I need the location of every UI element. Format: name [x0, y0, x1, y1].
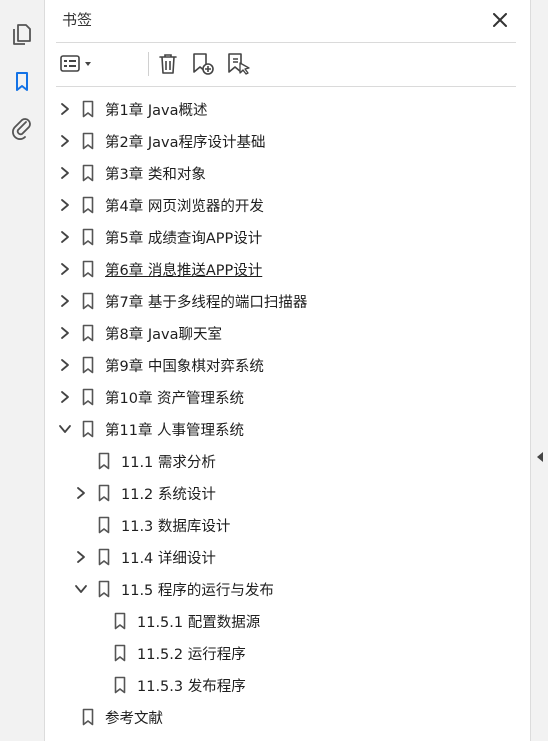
chevron-right-icon[interactable]	[55, 195, 75, 215]
bookmark-label[interactable]: 11.5.1 配置数据源	[137, 611, 260, 632]
bookmark-label[interactable]: 第3章 类和对象	[105, 163, 206, 184]
chevron-right-icon[interactable]	[55, 163, 75, 183]
bookmark-icon	[97, 515, 111, 535]
bookmark-icon	[81, 355, 95, 375]
bookmark-label[interactable]: 第11章 人事管理系统	[105, 419, 244, 440]
bookmark-label[interactable]: 第5章 成绩查询APP设计	[105, 227, 262, 248]
bookmark-item[interactable]: 第4章 网页浏览器的开发	[55, 189, 264, 221]
bookmark-label[interactable]: 11.3 数据库设计	[121, 515, 230, 536]
bookmark-icon	[81, 99, 95, 119]
bookmark-item[interactable]: 第10章 资产管理系统	[55, 381, 244, 413]
options-menu-icon[interactable]	[58, 50, 98, 78]
bookmark-icon	[97, 483, 111, 503]
bookmark-label[interactable]: 第4章 网页浏览器的开发	[105, 195, 264, 216]
bookmark-icon	[97, 579, 111, 599]
bookmark-label[interactable]: 第6章 消息推送APP设计	[105, 259, 262, 280]
bookmark-icon	[113, 611, 127, 631]
bookmark-item[interactable]: 第11章 人事管理系统	[55, 413, 244, 445]
bookmark-label[interactable]: 参考文献	[105, 707, 163, 728]
bookmark-icon	[81, 131, 95, 151]
bookmark-item[interactable]: 第1章 Java概述	[55, 93, 207, 125]
bookmarks-panel: 书签 第1章 Java概述 第2章 Java程序设计基础 第3章 类和对象 第4…	[45, 0, 530, 741]
bookmark-label[interactable]: 11.5.2 运行程序	[137, 643, 246, 664]
bookmark-icon	[81, 195, 95, 215]
bookmark-item[interactable]: 11.5.3 发布程序	[87, 669, 246, 701]
bookmark-item[interactable]: 第9章 中国象棋对弈系统	[55, 349, 264, 381]
close-icon[interactable]	[489, 9, 511, 31]
chevron-right-icon[interactable]	[55, 227, 75, 247]
bookmark-label[interactable]: 11.4 详细设计	[121, 547, 216, 568]
bookmark-label[interactable]: 11.5.3 发布程序	[137, 675, 246, 696]
bookmark-item[interactable]: 11.5.1 配置数据源	[87, 605, 260, 637]
navigation-rail	[0, 0, 45, 741]
bookmark-item[interactable]: 11.4 详细设计	[71, 541, 216, 573]
bookmark-icon	[81, 291, 95, 311]
chevron-right-icon[interactable]	[71, 483, 91, 503]
chevron-right-icon[interactable]	[55, 355, 75, 375]
bookmark-icon	[81, 227, 95, 247]
chevron-down-icon[interactable]	[55, 419, 75, 439]
bookmark-icon	[97, 451, 111, 471]
bookmark-label[interactable]: 11.1 需求分析	[121, 451, 216, 472]
toolbar-divider	[56, 86, 516, 87]
bookmark-item[interactable]: 11.3 数据库设计	[71, 509, 230, 541]
bookmark-label[interactable]: 11.5 程序的运行与发布	[121, 579, 274, 600]
bookmark-label[interactable]: 第1章 Java概述	[105, 99, 207, 120]
panel-title: 书签	[62, 11, 93, 29]
bookmark-label[interactable]: 第10章 资产管理系统	[105, 387, 244, 408]
toolbar-separator	[148, 52, 149, 76]
bookmark-item[interactable]: 11.5.2 运行程序	[87, 637, 246, 669]
bookmark-label[interactable]: 第7章 基于多线程的端口扫描器	[105, 291, 307, 312]
bookmark-icon	[113, 675, 127, 695]
header-divider	[56, 42, 516, 43]
chevron-right-icon[interactable]	[55, 387, 75, 407]
bookmark-label[interactable]: 第2章 Java程序设计基础	[105, 131, 265, 152]
chevron-right-icon[interactable]	[55, 131, 75, 151]
chevron-right-icon[interactable]	[55, 99, 75, 119]
bookmark-label[interactable]: 11.2 系统设计	[121, 483, 216, 504]
bookmark-icon	[81, 387, 95, 407]
bookmark-item[interactable]: 第7章 基于多线程的端口扫描器	[55, 285, 307, 317]
bookmark-from-selection-icon[interactable]	[224, 50, 252, 78]
new-bookmark-icon[interactable]	[189, 50, 217, 78]
bookmark-icon	[81, 259, 95, 279]
bookmark-item[interactable]: 11.2 系统设计	[71, 477, 216, 509]
bookmark-item[interactable]: 第8章 Java聊天室	[55, 317, 222, 349]
bookmark-icon	[81, 419, 95, 439]
chevron-right-icon[interactable]	[55, 259, 75, 279]
bookmark-label[interactable]: 第9章 中国象棋对弈系统	[105, 355, 264, 376]
bookmarks-toolbar	[56, 48, 516, 80]
chevron-right-icon[interactable]	[55, 323, 75, 343]
bookmark-item[interactable]: 参考文献	[55, 701, 163, 733]
delete-icon[interactable]	[155, 50, 181, 78]
chevron-down-icon[interactable]	[71, 579, 91, 599]
right-collapse-strip[interactable]	[530, 0, 548, 741]
pages-icon[interactable]	[8, 21, 36, 49]
collapse-arrow-icon[interactable]	[535, 450, 545, 464]
bookmark-icon[interactable]	[8, 68, 36, 96]
attachment-icon[interactable]	[8, 114, 36, 142]
bookmark-item[interactable]: 第2章 Java程序设计基础	[55, 125, 265, 157]
bookmark-icon	[81, 323, 95, 343]
bookmark-icon	[113, 643, 127, 663]
bookmark-item[interactable]: 11.1 需求分析	[71, 445, 216, 477]
bookmark-label[interactable]: 第8章 Java聊天室	[105, 323, 222, 344]
bookmark-item[interactable]: 11.5 程序的运行与发布	[71, 573, 274, 605]
bookmark-icon	[81, 707, 95, 727]
bookmark-item[interactable]: 第3章 类和对象	[55, 157, 206, 189]
bookmark-item[interactable]: 第6章 消息推送APP设计	[55, 253, 262, 285]
bookmark-icon	[81, 163, 95, 183]
chevron-right-icon[interactable]	[71, 547, 91, 567]
bookmark-icon	[97, 547, 111, 567]
chevron-right-icon[interactable]	[55, 291, 75, 311]
bookmark-item[interactable]: 第5章 成绩查询APP设计	[55, 221, 262, 253]
